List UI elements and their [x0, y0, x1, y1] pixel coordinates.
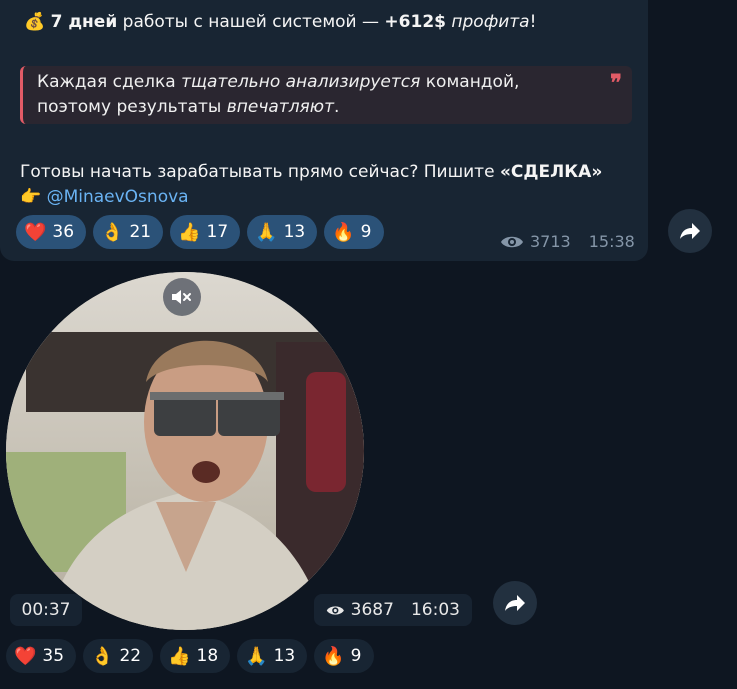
reaction-count: 18 — [196, 646, 219, 666]
quote-text: Каждая сделка тщательно анализируется ко… — [37, 70, 519, 120]
quote-italic: впечатляют — [226, 97, 334, 117]
post-reactions: ❤️ 36 👌 21 👍 17 🙏 13 🔥 9 — [16, 215, 384, 249]
forward-button[interactable] — [493, 581, 537, 625]
username-link[interactable]: @MinaevOsnova — [47, 187, 189, 207]
eye-icon — [501, 236, 523, 247]
profit-word: профита — [451, 12, 530, 32]
reaction-count: 13 — [273, 646, 296, 666]
post-headline: 💰 7 дней работы с нашей системой — +612$… — [24, 10, 536, 34]
eye-icon — [326, 605, 344, 615]
reaction-heart[interactable]: ❤️ 36 — [16, 215, 87, 249]
days-text: 7 дней — [50, 12, 118, 32]
handle-line: 👉 @MinaevOsnova — [20, 185, 189, 209]
forward-button[interactable] — [668, 209, 712, 253]
heart-icon: ❤️ — [14, 645, 37, 667]
praying-hands-icon: 🙏 — [245, 645, 268, 667]
thumbs-up-icon: 👍 — [178, 221, 201, 243]
quote-part: поэтому результаты — [37, 97, 227, 117]
reaction-pray[interactable]: 🙏 13 — [247, 215, 318, 249]
call-to-action: Готовы начать зарабатывать прямо сейчас?… — [20, 160, 602, 184]
reaction-count: 22 — [119, 646, 142, 666]
reaction-count: 17 — [206, 222, 229, 242]
reaction-count: 13 — [283, 222, 306, 242]
thumbs-up-icon: 👍 — [168, 645, 191, 667]
reaction-heart[interactable]: ❤️ 35 — [6, 639, 77, 673]
money-bag-icon: 💰 — [24, 12, 46, 32]
reaction-count: 9 — [350, 646, 362, 666]
reaction-ok[interactable]: 👌 22 — [83, 639, 154, 673]
reaction-count: 9 — [360, 222, 372, 242]
quote-part: командой, — [420, 72, 520, 92]
view-count: 3687 — [350, 600, 394, 620]
duration-text: 00:37 — [21, 600, 71, 620]
post-meta: 3713 15:38 — [500, 232, 635, 251]
quote-part: Каждая сделка — [37, 72, 182, 92]
mute-button[interactable] — [163, 278, 201, 316]
ok-hand-icon: 👌 — [91, 645, 114, 667]
profit-text: +612$ — [384, 12, 446, 32]
quote-part: . — [334, 97, 340, 117]
video-duration: 00:37 — [10, 594, 82, 626]
reaction-count: 36 — [52, 222, 75, 242]
cta-keyword: «СДЕЛКА» — [499, 162, 603, 182]
message-bubble: 💰 7 дней работы с нашей системой — +612$… — [0, 0, 648, 261]
forward-arrow-icon — [680, 223, 700, 239]
praying-hands-icon: 🙏 — [255, 221, 278, 243]
reaction-count: 21 — [129, 222, 152, 242]
video-message[interactable] — [6, 272, 364, 630]
reaction-fire[interactable]: 🔥 9 — [314, 639, 374, 673]
video-reactions: ❤️ 35 👌 22 👍 18 🙏 13 🔥 9 — [6, 639, 374, 673]
heart-icon: ❤️ — [24, 221, 47, 243]
forward-arrow-icon — [505, 595, 525, 611]
headline-end: ! — [529, 12, 537, 32]
timestamp: 15:38 — [588, 232, 635, 251]
fire-icon: 🔥 — [332, 221, 355, 243]
quote-italic: тщательно анализируется — [181, 72, 421, 92]
reaction-fire[interactable]: 🔥 9 — [324, 215, 384, 249]
view-count: 3713 — [530, 232, 571, 251]
cta-text: Готовы начать зарабатывать прямо сейчас?… — [20, 162, 500, 182]
reaction-ok[interactable]: 👌 21 — [93, 215, 164, 249]
reaction-count: 35 — [42, 646, 65, 666]
headline-middle: работы с нашей системой — — [117, 12, 385, 32]
quote-mark-icon: ❞ — [610, 70, 622, 96]
ok-hand-icon: 👌 — [101, 221, 124, 243]
reaction-thumbs-up[interactable]: 👍 17 — [170, 215, 241, 249]
pointing-hand-icon: 👉 — [20, 187, 42, 207]
video-frame — [6, 272, 364, 630]
reaction-pray[interactable]: 🙏 13 — [237, 639, 308, 673]
reaction-thumbs-up[interactable]: 👍 18 — [160, 639, 231, 673]
blockquote: Каждая сделка тщательно анализируется ко… — [20, 66, 632, 124]
timestamp: 16:03 — [410, 600, 460, 620]
video-meta: 3687 16:03 — [314, 594, 472, 626]
fire-icon: 🔥 — [322, 645, 345, 667]
speaker-muted-icon — [172, 290, 191, 304]
